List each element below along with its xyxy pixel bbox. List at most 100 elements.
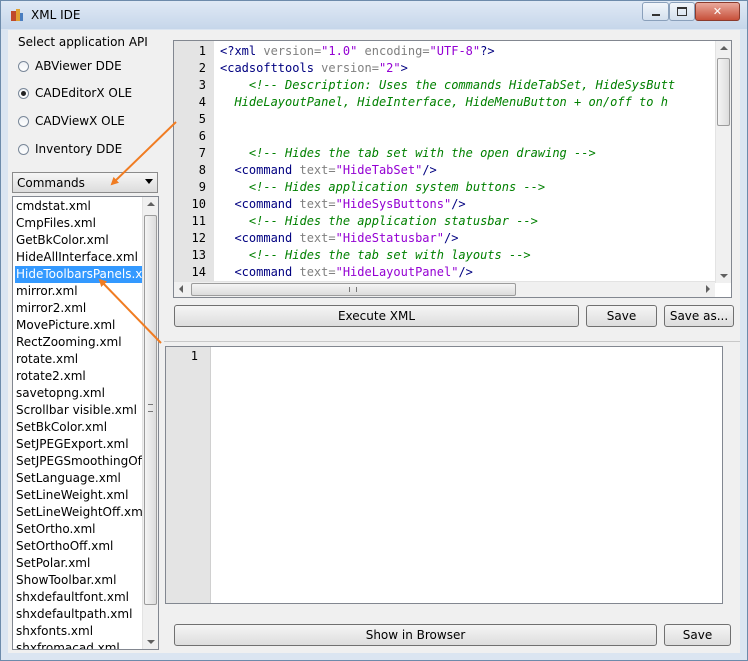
file-item[interactable]: GetBkColor.xml [15, 232, 142, 249]
scroll-right-icon[interactable] [706, 285, 710, 293]
maximize-icon [677, 7, 687, 16]
line-number: 7 [198, 146, 206, 160]
window-title: XML IDE [31, 8, 81, 22]
file-item[interactable]: cmdstat.xml [15, 198, 142, 215]
file-list-scrollbar[interactable] [142, 197, 158, 649]
code-line: <command text="HideStatusbar"/> [220, 230, 458, 247]
radio-abviewer-dde[interactable]: ABViewer DDE [18, 58, 122, 74]
code-token: > [400, 61, 408, 75]
file-item[interactable]: SetPolar.xml [15, 555, 142, 572]
code-token: "HideTabSet" [335, 163, 423, 177]
execute-xml-button[interactable]: Execute XML [174, 305, 579, 327]
file-item[interactable]: SetJPEGExport.xml [15, 436, 142, 453]
line-number: 4 [198, 95, 206, 109]
file-item[interactable]: CmpFiles.xml [15, 215, 142, 232]
file-item[interactable]: SetOrtho.xml [15, 521, 142, 538]
panel-splitter[interactable] [164, 341, 740, 345]
code-line: <!-- Hides the tab set with layouts --> [220, 247, 531, 264]
category-dropdown[interactable]: Commands [12, 172, 158, 193]
file-item-selected[interactable]: HideToolbarsPanels.x [15, 266, 142, 283]
editor-hscroll-thumb[interactable] [191, 283, 516, 296]
file-item[interactable]: rotate2.xml [15, 368, 142, 385]
file-item[interactable]: ShowToolbar.xml [15, 572, 142, 589]
radio-inventory-dde[interactable]: Inventory DDE [18, 141, 122, 157]
scroll-up-icon[interactable] [720, 46, 728, 50]
code-line: <!-- Hides the tab set with the open dra… [220, 145, 596, 162]
radio-label: Inventory DDE [35, 142, 123, 156]
file-item[interactable]: shxdefaultpath.xml [15, 606, 142, 623]
file-item[interactable]: shxfromacad.xml [15, 640, 142, 649]
code-token: version= [256, 44, 322, 58]
title-bar[interactable]: XML IDE ✕ [1, 1, 747, 29]
output-editor[interactable]: 1 [165, 346, 723, 604]
line-number: 10 [191, 197, 206, 211]
code-token: <!-- Hides the application statusbar --> [220, 214, 538, 228]
scroll-up-icon[interactable] [147, 202, 155, 206]
xml-editor[interactable]: 1 2 3 4 5 6 7 8 9 10 11 12 13 14 <?xml version="1.0" e… [173, 40, 732, 298]
file-item[interactable]: rotate.xml [15, 351, 142, 368]
line-number: 8 [198, 163, 206, 177]
file-item[interactable]: SetLanguage.xml [15, 470, 142, 487]
radio-label: ABViewer DDE [35, 59, 122, 73]
code-token: <!-- Description: Uses the commands Hide… [220, 78, 676, 92]
file-item[interactable]: shxfonts.xml [15, 623, 142, 640]
scroll-down-icon[interactable] [147, 640, 155, 644]
line-number: 3 [198, 78, 206, 92]
editor-hscrollbar[interactable] [174, 281, 715, 297]
left-panel: Select application API ABViewer DDE CADE… [8, 30, 160, 653]
line-number: 14 [191, 265, 206, 279]
code-line: <!-- Hides the application statusbar --> [220, 213, 538, 230]
radio-selected-icon [18, 87, 29, 99]
save-output-button[interactable]: Save [664, 624, 731, 646]
radio-cadviewx-ole[interactable]: CADViewX OLE [18, 113, 125, 129]
code-token: version= [313, 61, 379, 75]
scroll-left-icon[interactable] [179, 285, 183, 293]
file-item[interactable]: SetOrthoOff.xml [15, 538, 142, 555]
file-item[interactable]: HideAllInterface.xml [15, 249, 142, 266]
output-gutter [166, 347, 211, 603]
file-item[interactable]: mirror2.xml [15, 300, 142, 317]
code-token: <!-- Hides the tab set with layouts --> [220, 248, 531, 262]
file-item[interactable]: mirror.xml [15, 283, 142, 300]
close-button[interactable]: ✕ [695, 2, 740, 21]
category-dropdown-value: Commands [17, 176, 85, 190]
code-token: <command [220, 163, 293, 177]
code-token: "HideSysButtons" [335, 197, 452, 211]
editor-vscrollbar[interactable] [715, 41, 731, 283]
radio-label: CADEditorX OLE [35, 86, 133, 100]
file-item[interactable]: MovePicture.xml [15, 317, 142, 334]
editor-vscroll-thumb[interactable] [717, 58, 730, 126]
code-token: "UTF-8" [429, 44, 481, 58]
code-token: "2" [378, 61, 401, 75]
file-list-scroll-thumb[interactable] [144, 215, 157, 605]
code-token: <!-- Hides the tab set with the open dra… [220, 146, 596, 160]
maximize-button[interactable] [669, 2, 695, 21]
file-item[interactable]: shxdefaultfont.xml [15, 589, 142, 606]
show-in-browser-button[interactable]: Show in Browser [174, 624, 657, 646]
chevron-down-icon [145, 179, 153, 184]
save-as-button[interactable]: Save as... [664, 305, 734, 327]
scroll-down-icon[interactable] [720, 274, 728, 278]
code-token: /> [422, 163, 437, 177]
save-button[interactable]: Save [586, 305, 657, 327]
minimize-button[interactable] [642, 2, 669, 21]
code-token: <? [220, 44, 235, 58]
file-item[interactable]: Scrollbar visible.xml [15, 402, 142, 419]
code-token: text= [292, 197, 336, 211]
file-item[interactable]: SetLineWeight.xml [15, 487, 142, 504]
file-item[interactable]: SetLineWeightOff.xml [15, 504, 142, 521]
app-icon [11, 9, 23, 21]
code-token: /> [443, 231, 459, 245]
file-item[interactable]: savetopng.xml [15, 385, 142, 402]
radio-icon [18, 143, 29, 155]
radio-cadeditorx-ole[interactable]: CADEditorX OLE [18, 85, 132, 101]
code-line: <command text="HideTabSet"/> [220, 162, 437, 179]
code-line: <cadsofttools version="2"> [220, 60, 408, 77]
code-line: <command text="HideLayoutPanel"/> [220, 264, 472, 281]
code-line: <!-- Hides application system buttons --… [220, 179, 545, 196]
file-item[interactable]: SetJPEGSmoothingOff [15, 453, 142, 470]
file-item[interactable]: RectZooming.xml [15, 334, 142, 351]
file-item[interactable]: SetBkColor.xml [15, 419, 142, 436]
radio-icon [18, 60, 29, 72]
file-list[interactable]: cmdstat.xml CmpFiles.xml GetBkColor.xml Hid… [12, 196, 159, 650]
